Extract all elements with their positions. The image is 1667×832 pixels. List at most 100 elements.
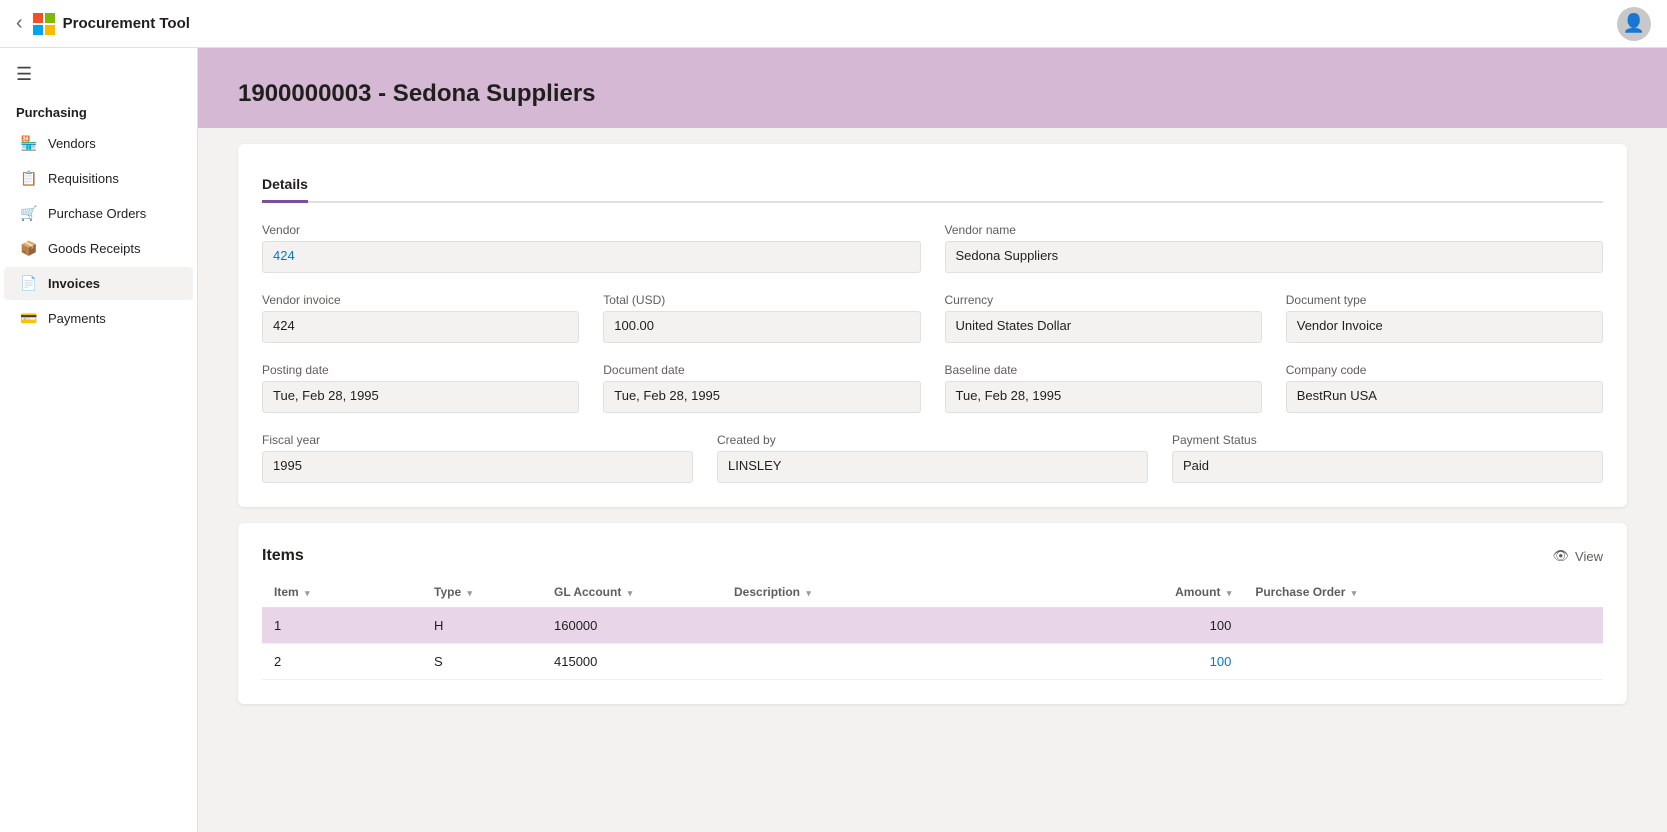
view-label: View — [1575, 549, 1603, 564]
vendor-invoice-label: Vendor invoice — [262, 293, 579, 307]
form-row-1: Vendor 424 Vendor name Sedona Suppliers — [262, 223, 1603, 273]
currency-label: Currency — [945, 293, 1262, 307]
view-button[interactable]: 👁 View — [1553, 548, 1603, 564]
payment-status-value: Paid — [1172, 451, 1603, 483]
sidebar-item-vendors[interactable]: 🏪 Vendors — [4, 127, 193, 160]
posting-date-label: Posting date — [262, 363, 579, 377]
created-by-value: LINSLEY — [717, 451, 1148, 483]
vendor-label: Vendor — [262, 223, 921, 237]
sidebar-item-payments[interactable]: 💳 Payments — [4, 302, 193, 335]
items-table: Item ▾ Type ▾ GL Account ▾ Description — [262, 577, 1603, 680]
item-cell: 2 — [262, 644, 422, 680]
document-date-value: Tue, Feb 28, 1995 — [603, 381, 920, 413]
table-row[interactable]: 1H160000 100 — [262, 608, 1603, 644]
type-sort-icon: ▾ — [467, 588, 472, 598]
baseline-date-field: Baseline date Tue, Feb 28, 1995 — [945, 363, 1262, 413]
page-title: 1900000003 - Sedona Suppliers — [238, 80, 1627, 108]
posting-date-value: Tue, Feb 28, 1995 — [262, 381, 579, 413]
fiscal-year-field: Fiscal year 1995 — [262, 433, 693, 483]
type-cell: S — [422, 644, 542, 680]
avatar[interactable]: 👤 — [1617, 7, 1651, 41]
vendor-name-label: Vendor name — [945, 223, 1604, 237]
baseline-date-value: Tue, Feb 28, 1995 — [945, 381, 1262, 413]
page-header: 1900000003 - Sedona Suppliers — [198, 48, 1667, 128]
sidebar-label-vendors: Vendors — [48, 136, 96, 151]
table-body: 1H160000 100 2S415000 100 — [262, 608, 1603, 680]
form-row-2: Vendor invoice 424 Total (USD) 100.00 Cu… — [262, 293, 1603, 343]
baseline-date-label: Baseline date — [945, 363, 1262, 377]
sidebar-item-purchase-orders[interactable]: 🛒 Purchase Orders — [4, 197, 193, 230]
item-cell: 1 — [262, 608, 422, 644]
total-label: Total (USD) — [603, 293, 920, 307]
back-button[interactable]: ‹ — [16, 12, 23, 35]
currency-field: Currency United States Dollar — [945, 293, 1262, 343]
col-header-gl[interactable]: GL Account ▾ — [542, 577, 722, 608]
col-header-purchase-order[interactable]: Purchase Order ▾ — [1243, 577, 1603, 608]
sidebar-item-invoices[interactable]: 📄 Invoices — [4, 267, 193, 300]
col-header-item[interactable]: Item ▾ — [262, 577, 422, 608]
sidebar-label-invoices: Invoices — [48, 276, 100, 291]
invoices-icon: 📄 — [20, 275, 38, 292]
sidebar-item-goods-receipts[interactable]: 📦 Goods Receipts — [4, 232, 193, 265]
content-area: 1900000003 - Sedona Suppliers Details Ve… — [198, 48, 1667, 832]
company-code-field: Company code BestRun USA — [1286, 363, 1603, 413]
purchase-orders-icon: 🛒 — [20, 205, 38, 222]
form-row-4: Fiscal year 1995 Created by LINSLEY Paym… — [262, 433, 1603, 483]
document-date-field: Document date Tue, Feb 28, 1995 — [603, 363, 920, 413]
vendor-value[interactable]: 424 — [262, 241, 921, 273]
total-value: 100.00 — [603, 311, 920, 343]
hamburger-button[interactable]: ☰ — [0, 56, 197, 97]
currency-value: United States Dollar — [945, 311, 1262, 343]
type-cell: H — [422, 608, 542, 644]
items-title: Items — [262, 547, 304, 565]
amount-cell: 100 — [1012, 608, 1243, 644]
vendor-name-value: Sedona Suppliers — [945, 241, 1604, 273]
col-header-description[interactable]: Description ▾ — [722, 577, 1012, 608]
vendor-invoice-field: Vendor invoice 424 — [262, 293, 579, 343]
eye-icon: 👁 — [1553, 548, 1570, 564]
tab-row: Details — [262, 168, 1603, 203]
app-title: Procurement Tool — [63, 15, 190, 32]
document-date-label: Document date — [603, 363, 920, 377]
table-header: Item ▾ Type ▾ GL Account ▾ Description — [262, 577, 1603, 608]
goods-receipts-icon: 📦 — [20, 240, 38, 257]
requisitions-icon: 📋 — [20, 170, 38, 187]
vendor-invoice-value: 424 — [262, 311, 579, 343]
po-cell — [1243, 608, 1603, 644]
microsoft-logo — [33, 13, 55, 35]
form-row-3: Posting date Tue, Feb 28, 1995 Document … — [262, 363, 1603, 413]
items-card: Items 👁 View Item ▾ Type ▾ — [238, 523, 1627, 704]
sidebar-label-payments: Payments — [48, 311, 106, 326]
items-header: Items 👁 View — [262, 547, 1603, 565]
vendors-icon: 🏪 — [20, 135, 38, 152]
col-header-type[interactable]: Type ▾ — [422, 577, 542, 608]
document-type-label: Document type — [1286, 293, 1603, 307]
amount-sort-icon: ▾ — [1227, 588, 1232, 598]
sidebar-label-purchase-orders: Purchase Orders — [48, 206, 146, 221]
company-code-label: Company code — [1286, 363, 1603, 377]
topbar: ‹ Procurement Tool 👤 — [0, 0, 1667, 48]
col-header-amount[interactable]: Amount ▾ — [1012, 577, 1243, 608]
fiscal-year-label: Fiscal year — [262, 433, 693, 447]
sidebar-section-label: Purchasing — [0, 97, 197, 126]
desc-sort-icon: ▾ — [806, 588, 811, 598]
po-sort-icon: ▾ — [1352, 588, 1357, 598]
amount-cell: 100 — [1012, 644, 1243, 680]
item-sort-icon: ▾ — [305, 588, 310, 598]
tab-details[interactable]: Details — [262, 168, 308, 203]
payments-icon: 💳 — [20, 310, 38, 327]
company-code-value: BestRun USA — [1286, 381, 1603, 413]
payment-status-label: Payment Status — [1172, 433, 1603, 447]
gl-cell: 415000 — [542, 644, 722, 680]
table-row[interactable]: 2S415000 100 — [262, 644, 1603, 680]
gl-sort-icon: ▾ — [628, 588, 633, 598]
payment-status-field: Payment Status Paid — [1172, 433, 1603, 483]
total-field: Total (USD) 100.00 — [603, 293, 920, 343]
posting-date-field: Posting date Tue, Feb 28, 1995 — [262, 363, 579, 413]
sidebar-item-requisitions[interactable]: 📋 Requisitions — [4, 162, 193, 195]
vendor-name-field: Vendor name Sedona Suppliers — [945, 223, 1604, 273]
desc-cell — [722, 608, 1012, 644]
sidebar: ☰ Purchasing 🏪 Vendors 📋 Requisitions 🛒 … — [0, 48, 198, 832]
fiscal-year-value: 1995 — [262, 451, 693, 483]
gl-cell: 160000 — [542, 608, 722, 644]
